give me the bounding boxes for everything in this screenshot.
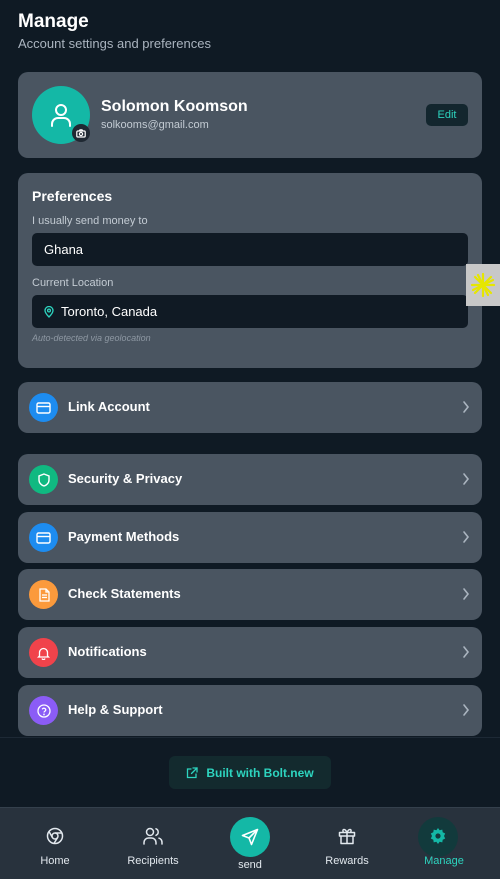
menu-item-payment-methods[interactable]: Payment Methods xyxy=(18,512,482,563)
tab-rewards[interactable]: Rewards xyxy=(297,808,397,879)
tab-label: send xyxy=(238,859,262,871)
menu-item-label: Link Account xyxy=(68,399,150,414)
document-icon xyxy=(29,580,58,609)
page-subtitle: Account settings and preferences xyxy=(18,36,211,51)
preferences-card: Preferences I usually send money to Ghan… xyxy=(18,173,482,368)
gear-icon xyxy=(429,826,447,846)
send-icon xyxy=(230,817,270,857)
tab-home[interactable]: Home xyxy=(5,808,105,879)
menu-item-security-privacy[interactable]: Security & Privacy xyxy=(18,454,482,505)
users-icon xyxy=(143,826,163,846)
tab-label: Home xyxy=(40,855,70,867)
help-icon xyxy=(29,696,58,725)
chevron-right-icon xyxy=(462,703,470,717)
tab-label: Recipients xyxy=(127,855,179,867)
menu-item-help-support[interactable]: Help & Support xyxy=(18,685,482,736)
edit-profile-button[interactable]: Edit xyxy=(426,104,468,126)
menu-item-label: Help & Support xyxy=(68,702,163,717)
card-icon xyxy=(29,523,58,552)
tab-recipients[interactable]: Recipients xyxy=(103,808,203,879)
chevron-right-icon xyxy=(462,400,470,414)
chevron-right-icon xyxy=(462,472,470,486)
send-to-field[interactable]: Ghana xyxy=(32,233,468,266)
page-title: Manage xyxy=(18,11,89,32)
location-hint: Auto-detected via geolocation xyxy=(32,333,151,343)
built-with-bolt-button[interactable]: Built with Bolt.new xyxy=(169,756,331,789)
profile-card: Solomon Koomson solkooms@gmail.com Edit xyxy=(18,72,482,158)
send-to-value: Ghana xyxy=(44,242,84,257)
menu-item-label: Notifications xyxy=(68,644,147,659)
card-icon xyxy=(29,393,58,422)
location-field[interactable]: Toronto, Canada xyxy=(32,295,468,328)
menu-item-notifications[interactable]: Notifications xyxy=(18,627,482,678)
sparkle-widget-icon[interactable] xyxy=(466,264,500,306)
user-icon xyxy=(51,104,71,127)
chrome-icon xyxy=(46,826,64,846)
tab-label: Manage xyxy=(424,855,464,867)
tab-manage[interactable]: Manage xyxy=(394,808,494,879)
bell-icon xyxy=(29,638,58,667)
chevron-right-icon xyxy=(462,587,470,601)
bottom-tab-bar: Home Recipients send Rewards Manage xyxy=(0,807,500,879)
menu-item-label: Check Statements xyxy=(68,586,181,601)
chevron-right-icon xyxy=(462,530,470,544)
profile-name: Solomon Koomson xyxy=(101,98,248,115)
preferences-title: Preferences xyxy=(32,188,113,204)
gift-icon xyxy=(338,826,356,846)
send-to-label: I usually send money to xyxy=(32,215,148,227)
page-header: Manage Account settings and preferences xyxy=(18,10,211,51)
location-label: Current Location xyxy=(32,277,114,289)
tab-send[interactable]: send xyxy=(200,808,300,879)
menu-item-label: Payment Methods xyxy=(68,529,180,544)
menu-item-link-account[interactable]: Link Account xyxy=(18,382,482,433)
external-link-icon xyxy=(186,766,198,779)
bolt-label: Built with Bolt.new xyxy=(206,765,314,780)
tab-label: Rewards xyxy=(325,855,369,867)
shield-icon xyxy=(29,465,58,494)
profile-email: solkooms@gmail.com xyxy=(101,119,209,131)
camera-icon[interactable] xyxy=(72,124,90,142)
menu-item-check-statements[interactable]: Check Statements xyxy=(18,569,482,620)
location-value: Toronto, Canada xyxy=(61,304,158,319)
menu-item-label: Security & Privacy xyxy=(68,471,183,486)
map-pin-icon xyxy=(44,305,54,318)
chevron-right-icon xyxy=(462,645,470,659)
divider xyxy=(0,737,500,738)
